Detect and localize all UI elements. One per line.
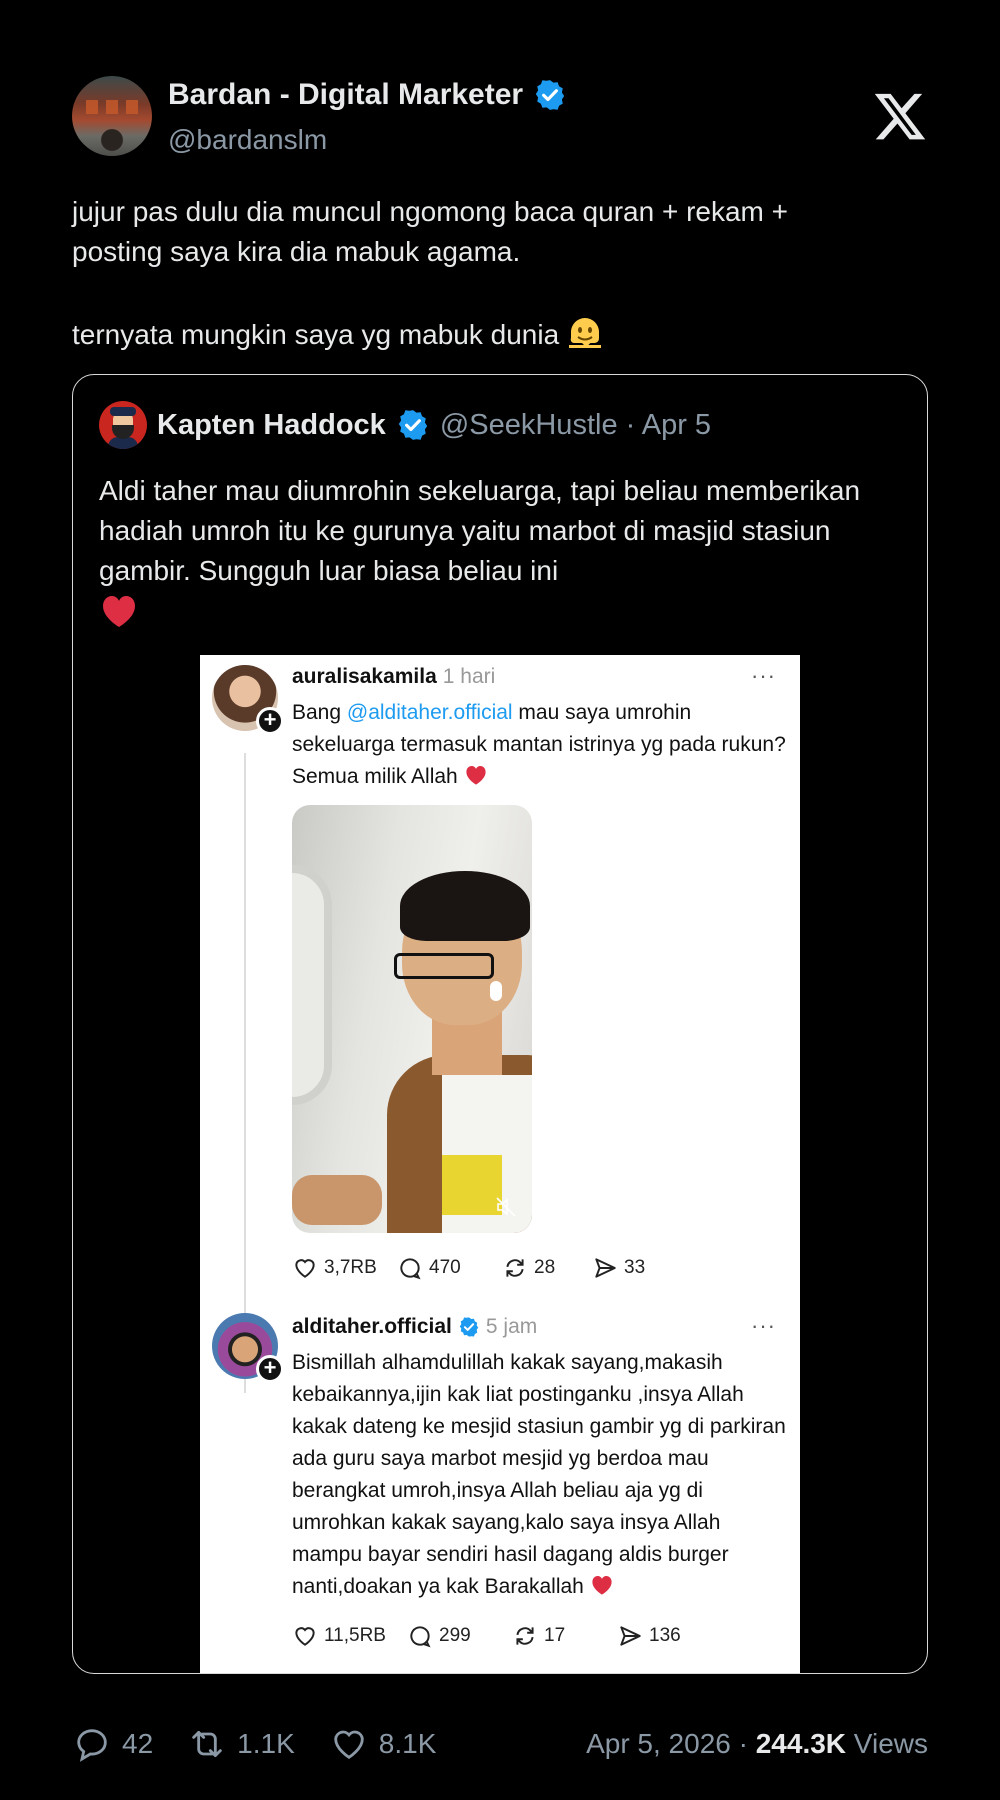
post-time: 1 hari: [442, 665, 496, 688]
like-button[interactable]: 8.1K: [329, 1724, 437, 1764]
post-username[interactable]: auralisakamila 1 hari: [292, 665, 495, 689]
thread-line: [244, 753, 246, 1393]
more-options-icon[interactable]: ···: [751, 663, 776, 689]
repost-count: 1.1K: [237, 1728, 295, 1759]
repost-button[interactable]: 1.1K: [187, 1724, 295, 1764]
heart-icon: [334, 1730, 364, 1760]
tweet-stats-bar: 42 1.1K 8.1K Apr 5, 2026 · 244.3K Views: [72, 1720, 928, 1768]
author-handle[interactable]: @bardanslm: [168, 124, 327, 156]
author-name[interactable]: Bardan - Digital Marketer: [168, 78, 523, 112]
post-actions: 3,7RB 470 28 33: [292, 1255, 645, 1281]
avatar-detail: [126, 100, 138, 114]
quoted-handle-date: @SeekHustle · Apr 5: [439, 408, 712, 441]
reply-icon: [77, 1729, 107, 1762]
like-count: 8.1K: [378, 1728, 437, 1759]
tweet-date[interactable]: Apr 5, 2026 ·: [586, 1728, 756, 1759]
embedded-screenshot[interactable]: + auralisakamila 1 hari ··· Bang @alditah…: [200, 655, 800, 1673]
quoted-tweet-header: Kapten Haddock @SeekHustle · Apr 5: [99, 401, 711, 449]
like-action[interactable]: 3,7RB: [292, 1255, 397, 1281]
share-action[interactable]: 33: [592, 1255, 645, 1281]
avatar-detail: [106, 100, 118, 114]
reply-count: 42: [122, 1728, 154, 1759]
tweet-line: ternyata mungkin saya yg mabuk dunia: [72, 319, 560, 350]
quoted-tweet[interactable]: Kapten Haddock @SeekHustle · Apr 5 Aldi …: [72, 374, 928, 1674]
melting-face-emoji-icon: [569, 318, 602, 348]
red-heart-emoji-icon: [592, 1576, 612, 1595]
like-action[interactable]: 11,5RB: [292, 1623, 407, 1649]
x-logo-icon[interactable]: [872, 88, 928, 144]
verified-badge-icon: [398, 410, 427, 440]
tweet-header: Bardan - Digital Marketer @bardanslm: [72, 76, 928, 156]
heart-icon: [295, 1259, 315, 1278]
post-actions: 11,5RB 299 17 136: [292, 1623, 681, 1649]
comment-icon: [410, 1626, 431, 1648]
author-name-row: Bardan - Digital Marketer: [168, 78, 567, 112]
tweet-line: jujur pas dulu dia muncul ngomong baca q…: [72, 196, 788, 227]
tweet-meta: Apr 5, 2026 · 244.3K Views: [586, 1728, 928, 1760]
comment-action[interactable]: 470: [397, 1255, 502, 1281]
views-label: Views: [846, 1728, 928, 1759]
repost-icon: [506, 1259, 524, 1277]
repost-action[interactable]: 28: [502, 1255, 592, 1281]
tweet-line: posting saya kira dia mabuk agama.: [72, 236, 521, 267]
follow-plus-icon[interactable]: +: [256, 1355, 284, 1383]
repost-icon: [516, 1627, 534, 1645]
video-thumbnail[interactable]: [292, 805, 532, 1233]
tweet-line-with-emoji: ternyata mungkin saya yg mabuk dunia: [72, 312, 928, 355]
post-username[interactable]: alditaher.official 5 jam: [292, 1315, 537, 1339]
post-time: 5 jam: [485, 1315, 538, 1338]
red-heart-emoji-icon: [103, 596, 135, 627]
author-avatar[interactable]: [72, 76, 152, 156]
avatar-detail: [86, 100, 98, 114]
post-text: Bismillah alhamdulillah kakak sayang,mak…: [292, 1351, 786, 1598]
reply-button[interactable]: 42: [72, 1724, 153, 1764]
repost-action[interactable]: 17: [512, 1623, 617, 1649]
share-action[interactable]: 136: [617, 1623, 681, 1649]
send-icon: [595, 1258, 616, 1278]
quoted-author-avatar[interactable]: [99, 401, 147, 449]
repost-icon: [192, 1730, 222, 1758]
more-options-icon[interactable]: ···: [751, 1313, 776, 1339]
post-text: Bang @alditaher.official mau saya umrohi…: [292, 701, 786, 788]
red-heart-emoji-icon: [465, 766, 486, 785]
heart-icon: [295, 1627, 315, 1646]
comment-action[interactable]: 299: [407, 1623, 512, 1649]
tweet-text: jujur pas dulu dia muncul ngomong baca q…: [72, 192, 928, 355]
view-count: 244.3K: [755, 1728, 847, 1759]
quoted-tweet-text: Aldi taher mau diumrohin sekeluarga, tap…: [99, 471, 899, 632]
follow-plus-icon[interactable]: +: [256, 707, 284, 735]
comment-icon: [400, 1258, 421, 1280]
mention-link[interactable]: @alditaher.official: [347, 701, 513, 724]
send-icon: [620, 1626, 641, 1646]
verified-badge-icon: [535, 80, 565, 110]
quoted-text-body: Aldi taher mau diumrohin sekeluarga, tap…: [99, 475, 861, 586]
verified-badge-icon: [459, 1317, 479, 1337]
quoted-author-name[interactable]: Kapten Haddock: [157, 409, 386, 442]
mute-icon[interactable]: [494, 1195, 518, 1219]
